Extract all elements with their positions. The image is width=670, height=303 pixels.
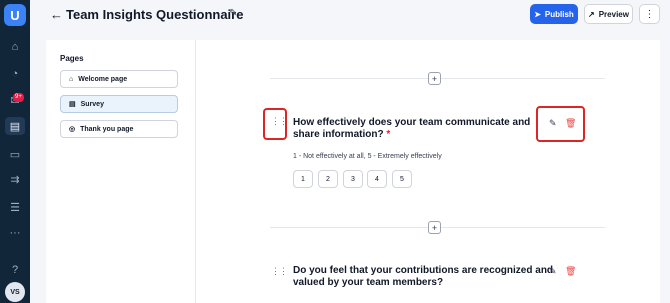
page-title: Team Insights Questionnaire <box>66 7 244 22</box>
check-circle-icon: ◎ <box>69 126 76 133</box>
edit-question-icon[interactable]: ✎ <box>549 118 557 129</box>
kebab-icon: ⋮ <box>644 8 655 20</box>
avatar[interactable]: VS <box>5 282 25 302</box>
folder-icon[interactable]: ▭ <box>5 145 25 163</box>
more-icon[interactable]: ··· <box>5 224 25 242</box>
home-icon: ⌂ <box>69 75 74 83</box>
page-item-label: Thank you page <box>80 125 134 133</box>
document-icon: ▤ <box>69 101 76 108</box>
drag-handle-icon[interactable]: ⋮⋮ <box>271 116 288 127</box>
drag-handle-icon[interactable]: ⋮⋮ <box>271 266 288 277</box>
page-item-welcome[interactable]: ⌂ Welcome page <box>60 70 178 88</box>
scale-option[interactable]: 2 <box>318 170 338 188</box>
pie-chart-icon[interactable]: ◔ <box>5 65 25 83</box>
scale-option[interactable]: 5 <box>392 170 412 188</box>
delete-question-icon[interactable]: 🗑 <box>565 118 576 129</box>
scale-option[interactable]: 4 <box>367 170 387 188</box>
question-title: Do you feel that your contributions are … <box>293 265 553 289</box>
question-title-line: share information? * <box>293 129 530 141</box>
scale-option[interactable]: 3 <box>343 170 363 188</box>
add-question-button[interactable]: + <box>428 72 441 85</box>
preview-label: Preview <box>598 9 629 19</box>
question-title-line: Do you feel that your contributions are … <box>293 265 554 276</box>
home-icon[interactable]: ⌂ <box>5 38 25 56</box>
publish-label: Publish <box>544 9 574 19</box>
question-title-line: How effectively does your team communica… <box>293 117 531 128</box>
edit-title-icon[interactable]: ✎ <box>229 8 237 19</box>
scale-label: 1 - Not effectively at all, 5 - Extremel… <box>293 153 442 160</box>
required-marker: * <box>386 129 391 140</box>
app-logo[interactable]: U <box>4 4 26 26</box>
add-question-button[interactable]: + <box>428 221 441 234</box>
nav-rail: U ⌂ ◔ ✉ 9+ ▤ ▭ ⇉ ☰ ··· ? VS <box>0 0 30 303</box>
edit-question-icon[interactable]: ✎ <box>549 266 557 277</box>
page-item-label: Welcome page <box>78 75 128 83</box>
publish-button[interactable]: ➤ Publish <box>530 4 578 24</box>
notification-badge: 9+ <box>13 93 24 102</box>
question-title-line: valued by your team members? <box>293 277 444 288</box>
clipboard-icon[interactable]: ▤ <box>5 117 25 135</box>
help-icon[interactable]: ? <box>5 261 25 279</box>
page-item-thank-you[interactable]: ◎ Thank you page <box>60 120 178 138</box>
question-title-text: share information? <box>293 129 384 140</box>
question-title: How effectively does your team communica… <box>293 117 530 141</box>
page-item-label: Survey <box>80 100 104 108</box>
pages-title: Pages <box>60 54 84 63</box>
delete-question-icon[interactable]: 🗑 <box>565 266 576 277</box>
preview-button[interactable]: ↗ Preview <box>584 4 633 24</box>
database-icon[interactable]: ☰ <box>5 198 25 216</box>
scale-option[interactable]: 1 <box>293 170 313 188</box>
more-options-button[interactable]: ⋮ <box>639 4 660 24</box>
external-link-icon: ↗ <box>588 9 595 19</box>
shuffle-icon[interactable]: ⇉ <box>5 170 25 188</box>
send-icon: ➤ <box>534 9 541 19</box>
pages-panel: Pages ⌂ Welcome page ▤ Survey ◎ Thank yo… <box>46 40 196 303</box>
actions-highlight <box>536 106 585 142</box>
page-item-survey[interactable]: ▤ Survey <box>60 95 178 113</box>
back-arrow-icon[interactable]: ← <box>50 7 63 22</box>
